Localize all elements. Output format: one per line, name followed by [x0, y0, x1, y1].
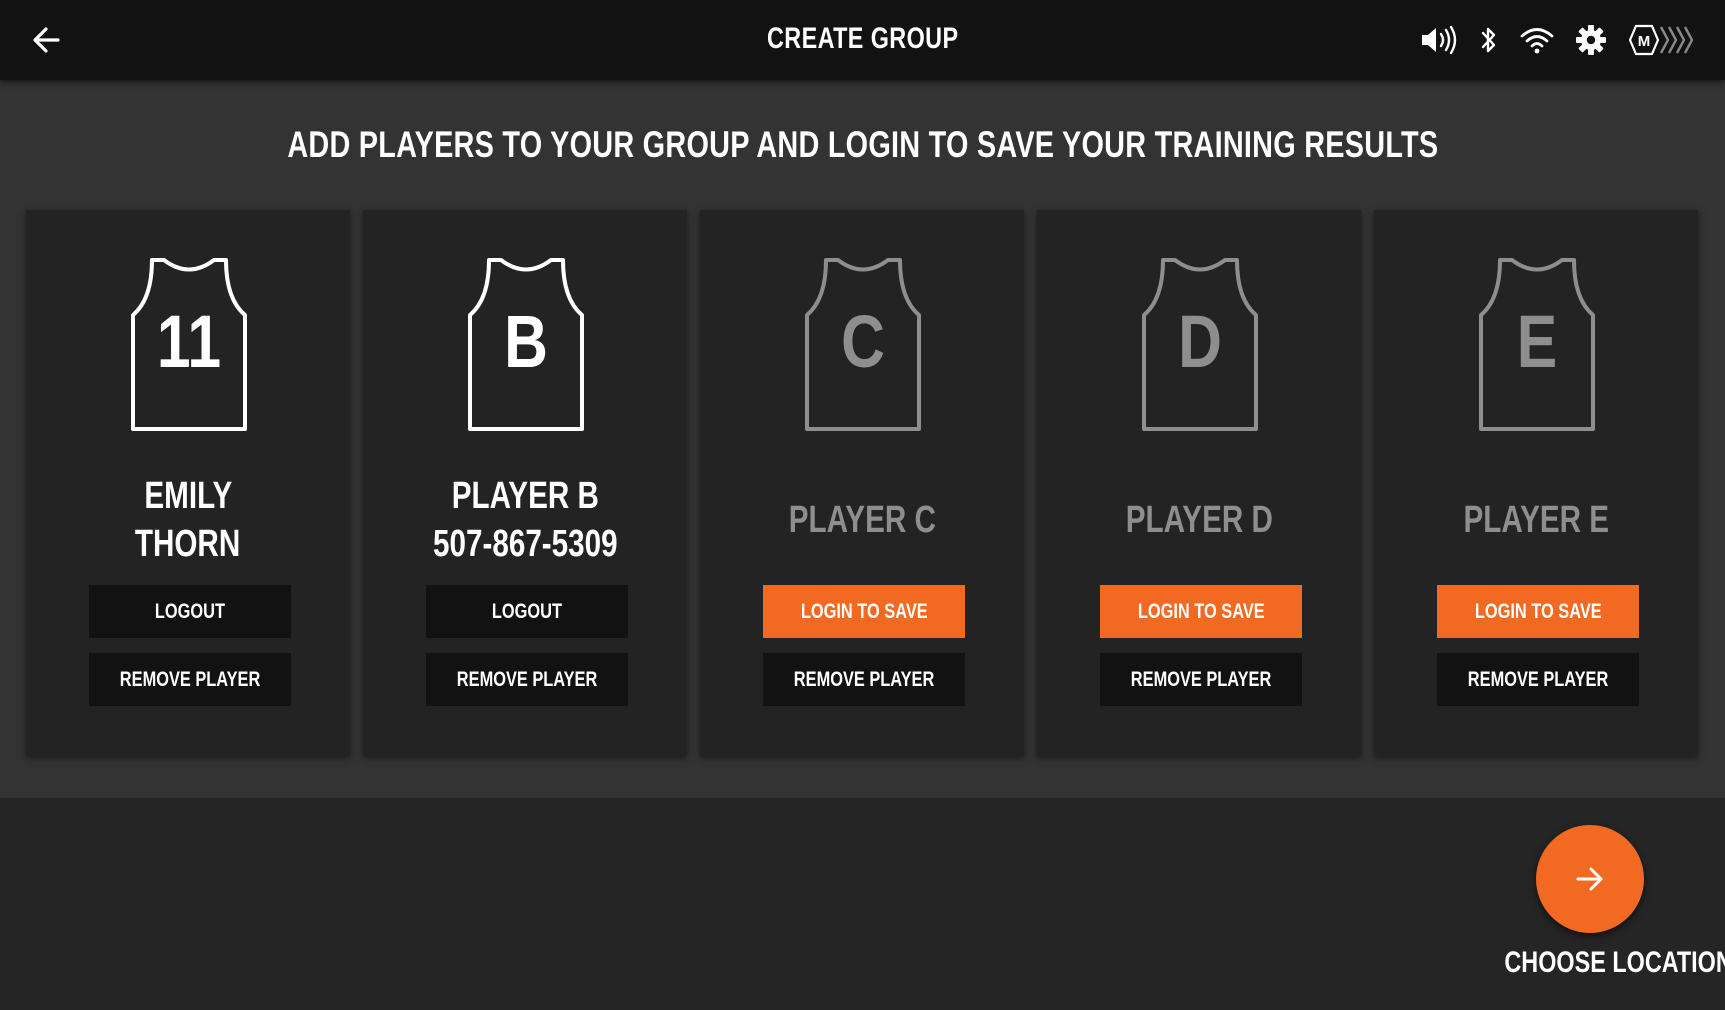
- jersey-label: B: [504, 301, 548, 383]
- top-bar: CREATE GROUP M: [0, 0, 1725, 80]
- arrow-right-icon: [1576, 867, 1603, 891]
- group-panel: ADD PLAYERS TO YOUR GROUP AND LOGIN TO S…: [0, 80, 1725, 798]
- m-logo-icon[interactable]: M: [1627, 18, 1695, 62]
- player-name: PLAYER D: [1037, 466, 1361, 574]
- volume-icon[interactable]: [1419, 18, 1459, 62]
- player-name-line1: PLAYER E: [1463, 499, 1609, 541]
- jersey-icon: B: [468, 258, 584, 431]
- player-card: B PLAYER B 507-867-5309 LOGOUT REMOVE PL…: [363, 210, 687, 756]
- jersey-label: D: [1178, 301, 1222, 383]
- player-card: E PLAYER E LOGIN TO SAVE REMOVE PLAYER: [1374, 210, 1698, 756]
- player-action-label: LOGIN TO SAVE: [800, 599, 928, 623]
- player-card: C PLAYER C LOGIN TO SAVE REMOVE PLAYER: [700, 210, 1024, 756]
- jersey-icon: C: [805, 258, 921, 431]
- jersey-icon: E: [1479, 258, 1595, 431]
- jersey-icon: 11: [131, 258, 247, 431]
- player-name-line1: PLAYER B: [451, 475, 599, 517]
- remove-player-button[interactable]: REMOVE PLAYER: [763, 653, 965, 706]
- jersey-icon: D: [1142, 258, 1258, 431]
- player-name: PLAYER C: [700, 466, 1024, 574]
- choose-locations-text: CHOOSE LOCATIONS: [1504, 946, 1725, 979]
- jersey-label: C: [841, 301, 885, 383]
- instructions-heading: ADD PLAYERS TO YOUR GROUP AND LOGIN TO S…: [0, 124, 1725, 166]
- player-card: 11 EMILY THORN LOGOUT REMOVE PLAYER: [26, 210, 350, 756]
- m-logo-letter: M: [1638, 33, 1651, 50]
- remove-player-label: REMOVE PLAYER: [119, 667, 261, 691]
- player-name: PLAYER E: [1374, 466, 1698, 574]
- bluetooth-icon[interactable]: [1479, 18, 1499, 62]
- player-action-label: LOGIN TO SAVE: [1137, 599, 1265, 623]
- wifi-icon[interactable]: [1519, 18, 1555, 62]
- player-name-line1: PLAYER D: [1125, 499, 1273, 541]
- remove-player-button[interactable]: REMOVE PLAYER: [426, 653, 628, 706]
- player-action-label: LOGOUT: [491, 599, 563, 623]
- player-name: EMILY THORN: [26, 466, 350, 574]
- remove-player-label: REMOVE PLAYER: [1130, 667, 1272, 691]
- remove-player-button[interactable]: REMOVE PLAYER: [89, 653, 291, 706]
- player-name-line2: THORN: [135, 523, 241, 565]
- choose-locations-button[interactable]: [1536, 825, 1644, 933]
- login-to-save-button[interactable]: LOGIN TO SAVE: [1437, 585, 1639, 638]
- jersey-label: 11: [157, 301, 221, 383]
- page-title-text: CREATE GROUP: [766, 22, 959, 55]
- login-to-save-button[interactable]: LOGIN TO SAVE: [763, 585, 965, 638]
- remove-player-label: REMOVE PLAYER: [456, 667, 598, 691]
- logout-button[interactable]: LOGOUT: [89, 585, 291, 638]
- jersey-label: E: [1517, 301, 1557, 383]
- remove-player-button[interactable]: REMOVE PLAYER: [1100, 653, 1302, 706]
- remove-player-button[interactable]: REMOVE PLAYER: [1437, 653, 1639, 706]
- remove-player-label: REMOVE PLAYER: [793, 667, 935, 691]
- instructions-text: ADD PLAYERS TO YOUR GROUP AND LOGIN TO S…: [286, 124, 1439, 165]
- player-name-line1: PLAYER C: [788, 499, 936, 541]
- logout-button[interactable]: LOGOUT: [426, 585, 628, 638]
- player-action-label: LOGIN TO SAVE: [1474, 599, 1602, 623]
- choose-locations-label: CHOOSE LOCATIONS: [1470, 946, 1725, 980]
- player-card: D PLAYER D LOGIN TO SAVE REMOVE PLAYER: [1037, 210, 1361, 756]
- player-name: PLAYER B 507-867-5309: [363, 466, 687, 574]
- player-name-line2: 507-867-5309: [432, 523, 618, 565]
- player-action-label: LOGOUT: [154, 599, 226, 623]
- player-name-line1: EMILY: [144, 475, 232, 517]
- status-icons: M: [1419, 18, 1695, 62]
- login-to-save-button[interactable]: LOGIN TO SAVE: [1100, 585, 1302, 638]
- remove-player-label: REMOVE PLAYER: [1467, 667, 1609, 691]
- player-cards: 11 EMILY THORN LOGOUT REMOVE PLAYER B PL…: [26, 210, 1698, 756]
- gear-icon[interactable]: [1575, 18, 1607, 62]
